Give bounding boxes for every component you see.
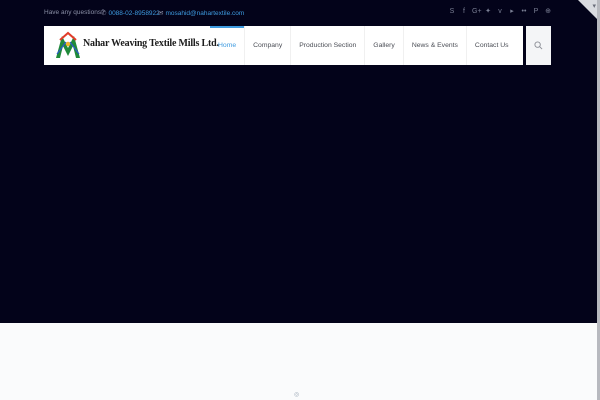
main-nav: Home Company Production Section Gallery … (210, 26, 517, 65)
nav-gallery[interactable]: Gallery (364, 26, 403, 65)
search-button[interactable] (526, 26, 551, 65)
email-address: mosahid@nahartextile.com (165, 10, 245, 17)
skype-icon[interactable]: S (448, 7, 456, 17)
nav-company[interactable]: Company (244, 26, 290, 65)
nav-home[interactable]: Home (210, 26, 244, 65)
vimeo-icon[interactable]: v (496, 7, 504, 17)
dribbble-icon[interactable]: ⊕ (544, 7, 552, 17)
phone-link[interactable]: ✆ 0088-02-8958922 (101, 9, 160, 17)
email-link[interactable]: ✉ mosahid@nahartextile.com (158, 9, 244, 17)
twitter-icon[interactable]: ✦ (484, 7, 492, 17)
nav-production-section[interactable]: Production Section (290, 26, 364, 65)
questions-text: Have any questions? (44, 9, 105, 16)
nav-news-events[interactable]: News & Events (402, 26, 466, 65)
flickr-icon[interactable]: •• (520, 7, 528, 17)
site-header: Nahar Weaving Textile Mills Ltd. Home Co… (44, 26, 523, 65)
google-plus-icon[interactable]: G+ (472, 7, 482, 17)
top-info-bar: Have any questions? ✆ 0088-02-8958922 ✉ mo… (0, 0, 600, 26)
envelope-icon: ✉ (158, 10, 164, 17)
corner-arrow-icon: ▾ (592, 3, 596, 10)
social-links: S f G+ ✦ v ▸ •• P ⊕ (448, 7, 552, 17)
scroll-down-icon[interactable]: ◎ (294, 391, 299, 398)
pinterest-icon[interactable]: P (532, 7, 540, 17)
brand-name[interactable]: Nahar Weaving Textile Mills Ltd. (83, 38, 219, 49)
phone-icon: ✆ (101, 10, 107, 17)
content-section: ◎ (0, 323, 600, 400)
company-logo-icon[interactable] (54, 30, 82, 60)
youtube-icon[interactable]: ▸ (508, 7, 516, 17)
nav-contact-us[interactable]: Contact Us (465, 26, 517, 65)
facebook-icon[interactable]: f (460, 7, 468, 17)
search-icon (534, 41, 543, 50)
hero-section (0, 65, 600, 323)
phone-number: 0088-02-8958922 (108, 10, 160, 17)
